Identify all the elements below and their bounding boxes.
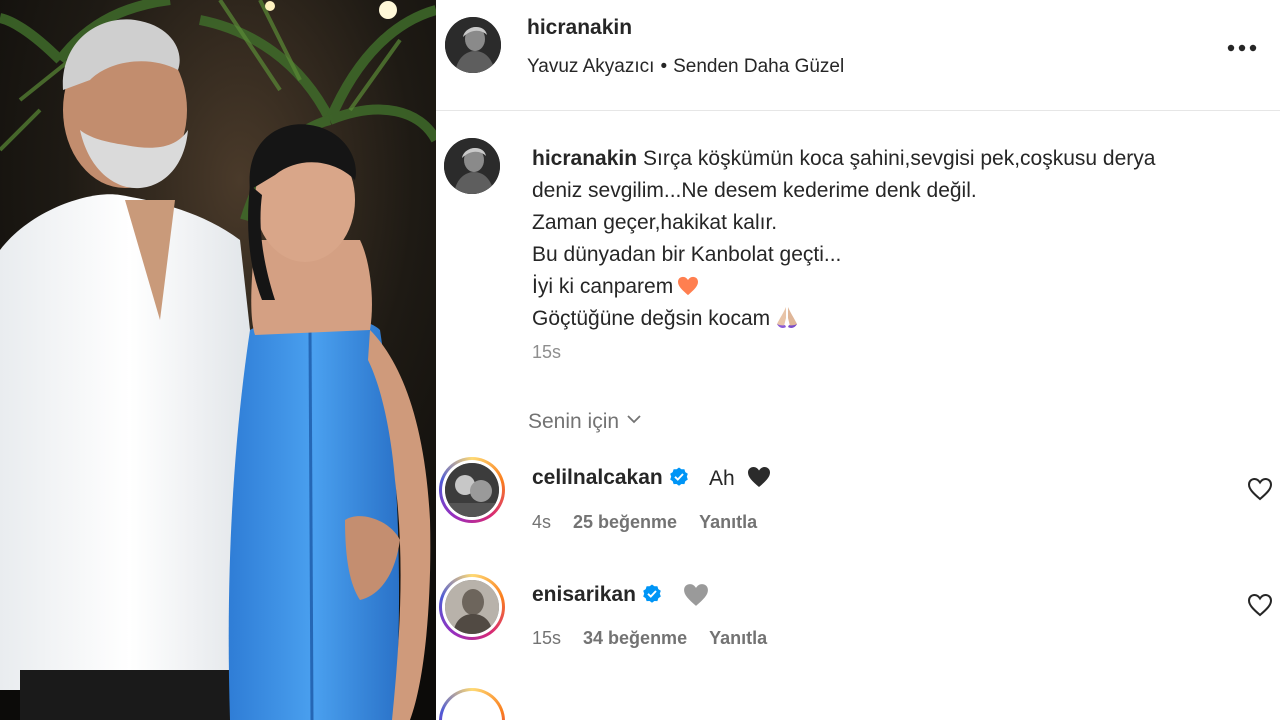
comment-1-like-heart-icon[interactable] bbox=[1247, 477, 1273, 501]
comment-1-likes[interactable]: 25 beğenme bbox=[573, 512, 677, 532]
caption-line-6-text: Göçtüğüne değsin kocam bbox=[532, 307, 771, 330]
comment-2-time: 15s bbox=[532, 628, 562, 648]
verified-badge-icon bbox=[643, 584, 661, 603]
commenter-avatar-ring[interactable] bbox=[439, 457, 505, 523]
header-divider bbox=[436, 110, 1280, 111]
caption-username[interactable]: hicranakin bbox=[532, 147, 637, 170]
author-username[interactable]: hicranakin bbox=[527, 16, 632, 40]
comment-2-username-text[interactable]: enisarikan bbox=[532, 583, 636, 606]
comment-1-time: 4s bbox=[532, 512, 552, 532]
music-title[interactable]: Senden Daha Güzel bbox=[673, 56, 844, 77]
comment-2-like-heart-icon[interactable] bbox=[1247, 593, 1273, 617]
more-options-button[interactable] bbox=[1222, 30, 1262, 60]
grey-heart-icon bbox=[684, 584, 708, 606]
comment-2-reply-button[interactable]: Yanıtla bbox=[709, 628, 767, 648]
caption-line-1: hicranakin Sırça köşkümün koca şahini,sev… bbox=[532, 143, 1252, 175]
music-separator: • bbox=[660, 56, 668, 77]
commenter-avatar-ring[interactable] bbox=[439, 574, 505, 640]
comment-sort-label: Senin için bbox=[528, 410, 620, 433]
comment-1-username-text[interactable]: celilnalcakan bbox=[532, 466, 663, 489]
comment-1-meta: 4s 25 beğenme Yanıtla bbox=[532, 512, 779, 533]
post-panel: hicranakin Yavuz Akyazıcı • Senden Daha Gü… bbox=[436, 0, 1280, 720]
caption-text: Sırça köşkümün koca şahini,sevgisi pek,c… bbox=[643, 147, 1156, 170]
black-heart-icon bbox=[747, 467, 770, 487]
post-caption: hicranakin Sırça köşkümün koca şahini,sev… bbox=[532, 143, 1252, 335]
post-photo bbox=[0, 0, 436, 720]
caption-line-3: Zaman geçer,hakikat kalır. bbox=[532, 211, 778, 234]
orange-heart-icon bbox=[678, 276, 699, 296]
more-icon bbox=[1227, 44, 1257, 52]
commenter-avatar bbox=[445, 580, 499, 634]
comment-2-meta: 15s 34 beğenme Yanıtla bbox=[532, 628, 789, 649]
comment-2-likes[interactable]: 34 beğenme bbox=[583, 628, 687, 648]
commenter-avatar-ring[interactable] bbox=[439, 688, 505, 720]
comment-1-reply-button[interactable]: Yanıtla bbox=[699, 512, 757, 532]
comment-2-username[interactable]: enisarikan bbox=[532, 583, 662, 607]
commenter-avatar bbox=[445, 463, 499, 517]
verified-badge-icon bbox=[669, 467, 688, 486]
caption-line-4: Bu dünyadan bir Kanbolat geçti... bbox=[532, 243, 842, 266]
caption-timestamp: 15s bbox=[532, 342, 562, 362]
comment-1-text: Ah bbox=[709, 466, 771, 491]
chevron-down-icon bbox=[627, 415, 641, 424]
caption-line-5-text: İyi ki canparem bbox=[532, 275, 674, 298]
caption-line-6: Göçtüğüne değsin kocam bbox=[532, 303, 1252, 335]
caption-line-5: İyi ki canparem bbox=[532, 271, 1252, 303]
author-avatar[interactable] bbox=[445, 17, 501, 73]
comment-1-text-body: Ah bbox=[709, 467, 735, 490]
caption-avatar[interactable] bbox=[444, 138, 500, 194]
praying-hands-icon bbox=[777, 307, 798, 328]
music-artist[interactable]: Yavuz Akyazıcı bbox=[527, 56, 654, 77]
comment-1-username[interactable]: celilnalcakan bbox=[532, 466, 689, 490]
music-info[interactable]: Yavuz Akyazıcı • Senden Daha Güzel bbox=[527, 56, 844, 78]
comment-2-text bbox=[683, 583, 709, 610]
comment-sort-dropdown[interactable]: Senin için bbox=[528, 410, 641, 434]
caption-line-2: deniz sevgilim...Ne desem kederime denk … bbox=[532, 179, 977, 202]
